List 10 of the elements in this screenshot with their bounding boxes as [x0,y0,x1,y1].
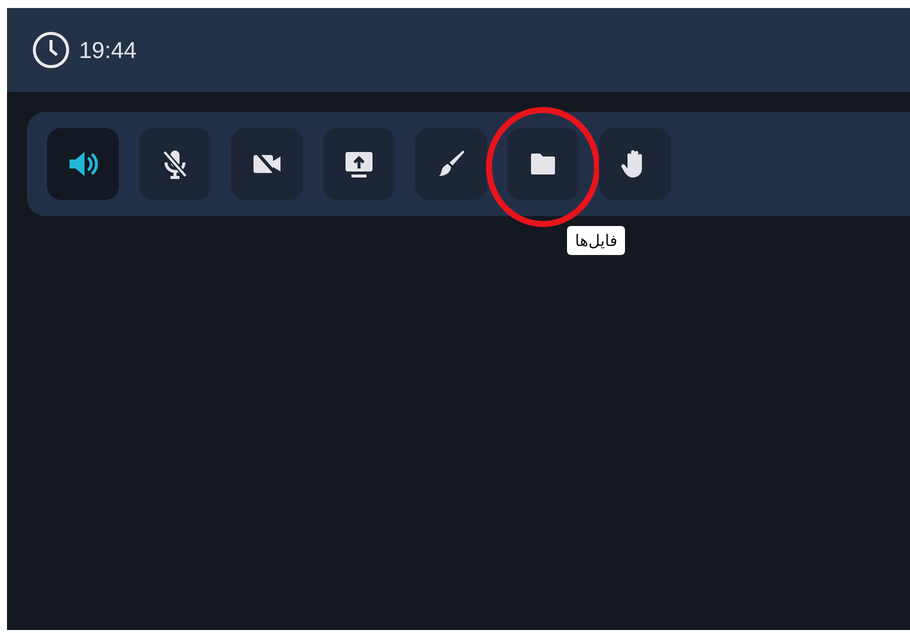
toolbar-button[interactable] [231,128,303,200]
meeting-time: 19:44 [79,36,137,64]
toolbar-button[interactable] [47,128,119,200]
toolbar-button[interactable] [599,128,671,200]
tooltip: فایل‌ها [567,226,626,255]
clock-icon [31,30,71,70]
toolbar-button[interactable] [139,128,211,200]
toolbar-button[interactable] [323,128,395,200]
toolbar-button[interactable] [507,128,579,200]
toolbar-button[interactable] [415,128,487,200]
